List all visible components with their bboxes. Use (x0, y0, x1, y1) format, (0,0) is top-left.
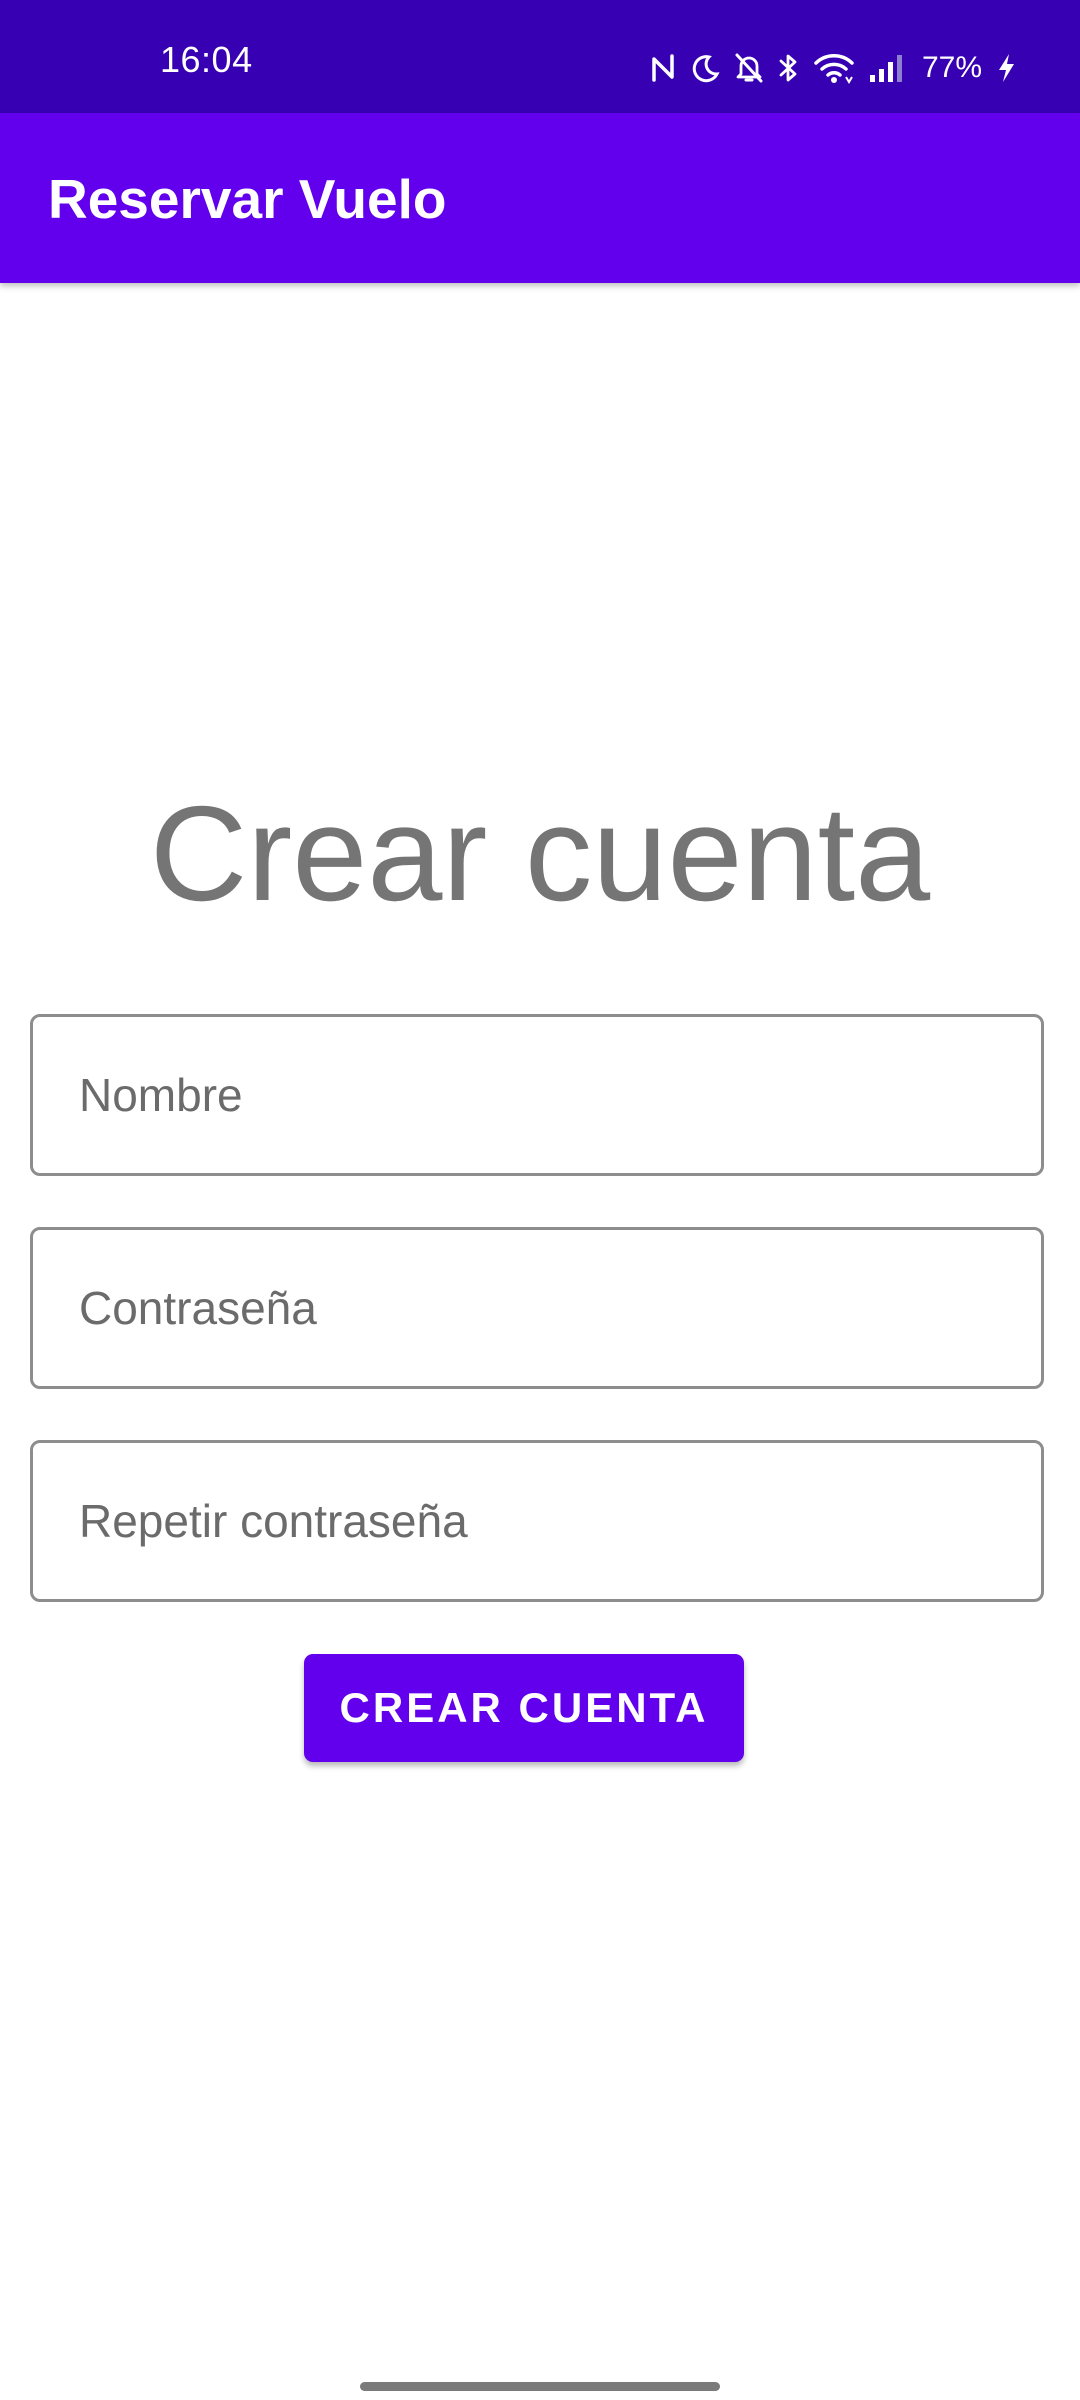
app-bar: Reservar Vuelo (0, 113, 1080, 283)
nfc-icon (650, 53, 676, 83)
bluetooth-icon (778, 52, 800, 84)
screen: 16:04 77% Reservar Vuelo Crear cuenta No… (0, 0, 1080, 2400)
repeat-password-input[interactable] (30, 1440, 1044, 1602)
password-input[interactable] (30, 1227, 1044, 1389)
status-icons: 77% (650, 48, 1016, 88)
battery-charging-icon (996, 52, 1016, 84)
app-title: Reservar Vuelo (48, 168, 447, 230)
status-time: 16:04 (160, 39, 253, 80)
wifi-icon (814, 52, 854, 84)
notifications-off-icon (734, 52, 764, 84)
page-heading: Crear cuenta (149, 778, 931, 929)
home-indicator[interactable] (360, 2382, 720, 2391)
do-not-disturb-moon-icon (690, 53, 720, 83)
create-account-button[interactable]: CREAR CUENTA (304, 1654, 744, 1762)
battery-percentage: 77% (921, 51, 982, 84)
name-input[interactable] (30, 1014, 1044, 1176)
status-bar: 16:04 77% (0, 0, 1080, 113)
cellular-signal-icon (868, 53, 904, 83)
